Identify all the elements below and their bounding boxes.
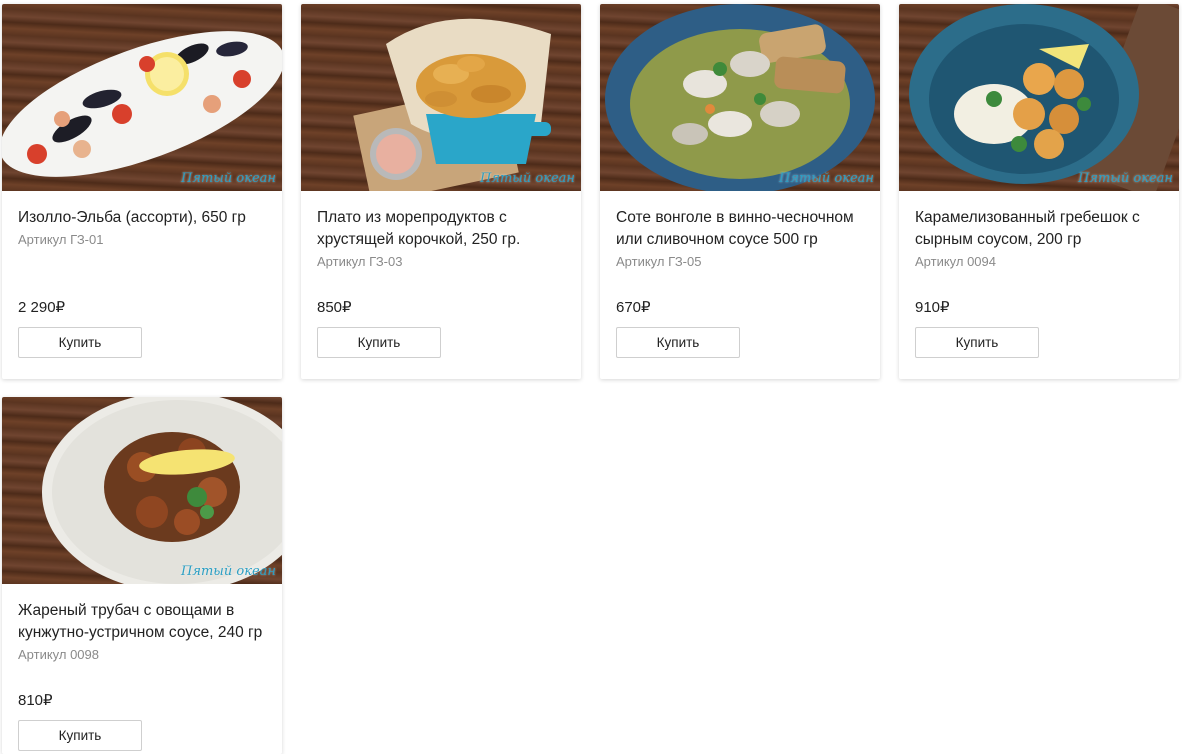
product-image[interactable]: Пятый океан xyxy=(899,4,1179,191)
product-image[interactable]: Пятый океан xyxy=(301,4,581,191)
brand-logo: Пятый океан xyxy=(181,171,276,186)
product-grid: Пятый океан Изолло-Эльба (ассорти), 650 … xyxy=(0,0,1182,754)
product-sku: Артикул ГЗ-05 xyxy=(616,254,702,269)
product-title[interactable]: Карамелизованный гребешок с сырным соусо… xyxy=(915,207,1163,251)
product-title[interactable]: Изолло-Эльба (ассорти), 650 гр xyxy=(18,207,266,229)
product-info: Соте вонголе в винно-чесночном или сливо… xyxy=(616,207,864,271)
product-title[interactable]: Плато из морепродуктов с хрустящей короч… xyxy=(317,207,565,251)
brand-logo: Пятый океан xyxy=(1078,171,1173,186)
product-info: Жареный трубач с овощами в кунжутно-устр… xyxy=(18,600,266,664)
product-price: 810₽ xyxy=(18,692,53,709)
product-card: Пятый океан Изолло-Эльба (ассорти), 650 … xyxy=(2,4,282,379)
brand-logo: Пятый океан xyxy=(181,564,276,579)
product-info: Карамелизованный гребешок с сырным соусо… xyxy=(915,207,1163,271)
mussels-platter-picture xyxy=(2,31,282,177)
product-card: Пятый океан Карамелизованный гребешок с … xyxy=(899,4,1179,379)
product-sku: Артикул ГЗ-03 xyxy=(317,254,403,269)
whelk-dish-picture xyxy=(42,397,282,584)
product-title[interactable]: Соте вонголе в винно-чесночном или сливо… xyxy=(616,207,864,251)
product-sku: Артикул ГЗ-01 xyxy=(18,232,104,247)
product-price: 2 290₽ xyxy=(18,299,66,316)
brand-logo: Пятый океан xyxy=(779,171,874,186)
product-price: 670₽ xyxy=(616,299,651,316)
product-price: 910₽ xyxy=(915,299,950,316)
product-image[interactable]: Пятый океан xyxy=(600,4,880,191)
product-price: 850₽ xyxy=(317,299,352,316)
product-image[interactable]: Пятый океан xyxy=(2,4,282,191)
product-card: Пятый океан Жареный трубач с овощами в к… xyxy=(2,397,282,754)
buy-button[interactable]: Купить xyxy=(317,327,441,358)
buy-button[interactable]: Купить xyxy=(616,327,740,358)
scallops-plate-picture xyxy=(909,4,1179,191)
fried-seafood-picture xyxy=(353,18,551,191)
product-sku: Артикул 0094 xyxy=(915,254,996,269)
product-card: Пятый океан Соте вонголе в винно-чесночн… xyxy=(600,4,880,379)
product-image[interactable]: Пятый океан xyxy=(2,397,282,584)
product-info: Плато из морепродуктов с хрустящей короч… xyxy=(317,207,565,271)
buy-button[interactable]: Купить xyxy=(18,720,142,751)
clams-bowl-picture xyxy=(605,4,875,191)
buy-button[interactable]: Купить xyxy=(18,327,142,358)
product-card: Пятый океан Плато из морепродуктов с хру… xyxy=(301,4,581,379)
product-title[interactable]: Жареный трубач с овощами в кунжутно-устр… xyxy=(18,600,266,644)
product-info: Изолло-Эльба (ассорти), 650 гр Артикул Г… xyxy=(18,207,266,249)
brand-logo: Пятый океан xyxy=(480,171,575,186)
buy-button[interactable]: Купить xyxy=(915,327,1039,358)
product-sku: Артикул 0098 xyxy=(18,647,99,662)
